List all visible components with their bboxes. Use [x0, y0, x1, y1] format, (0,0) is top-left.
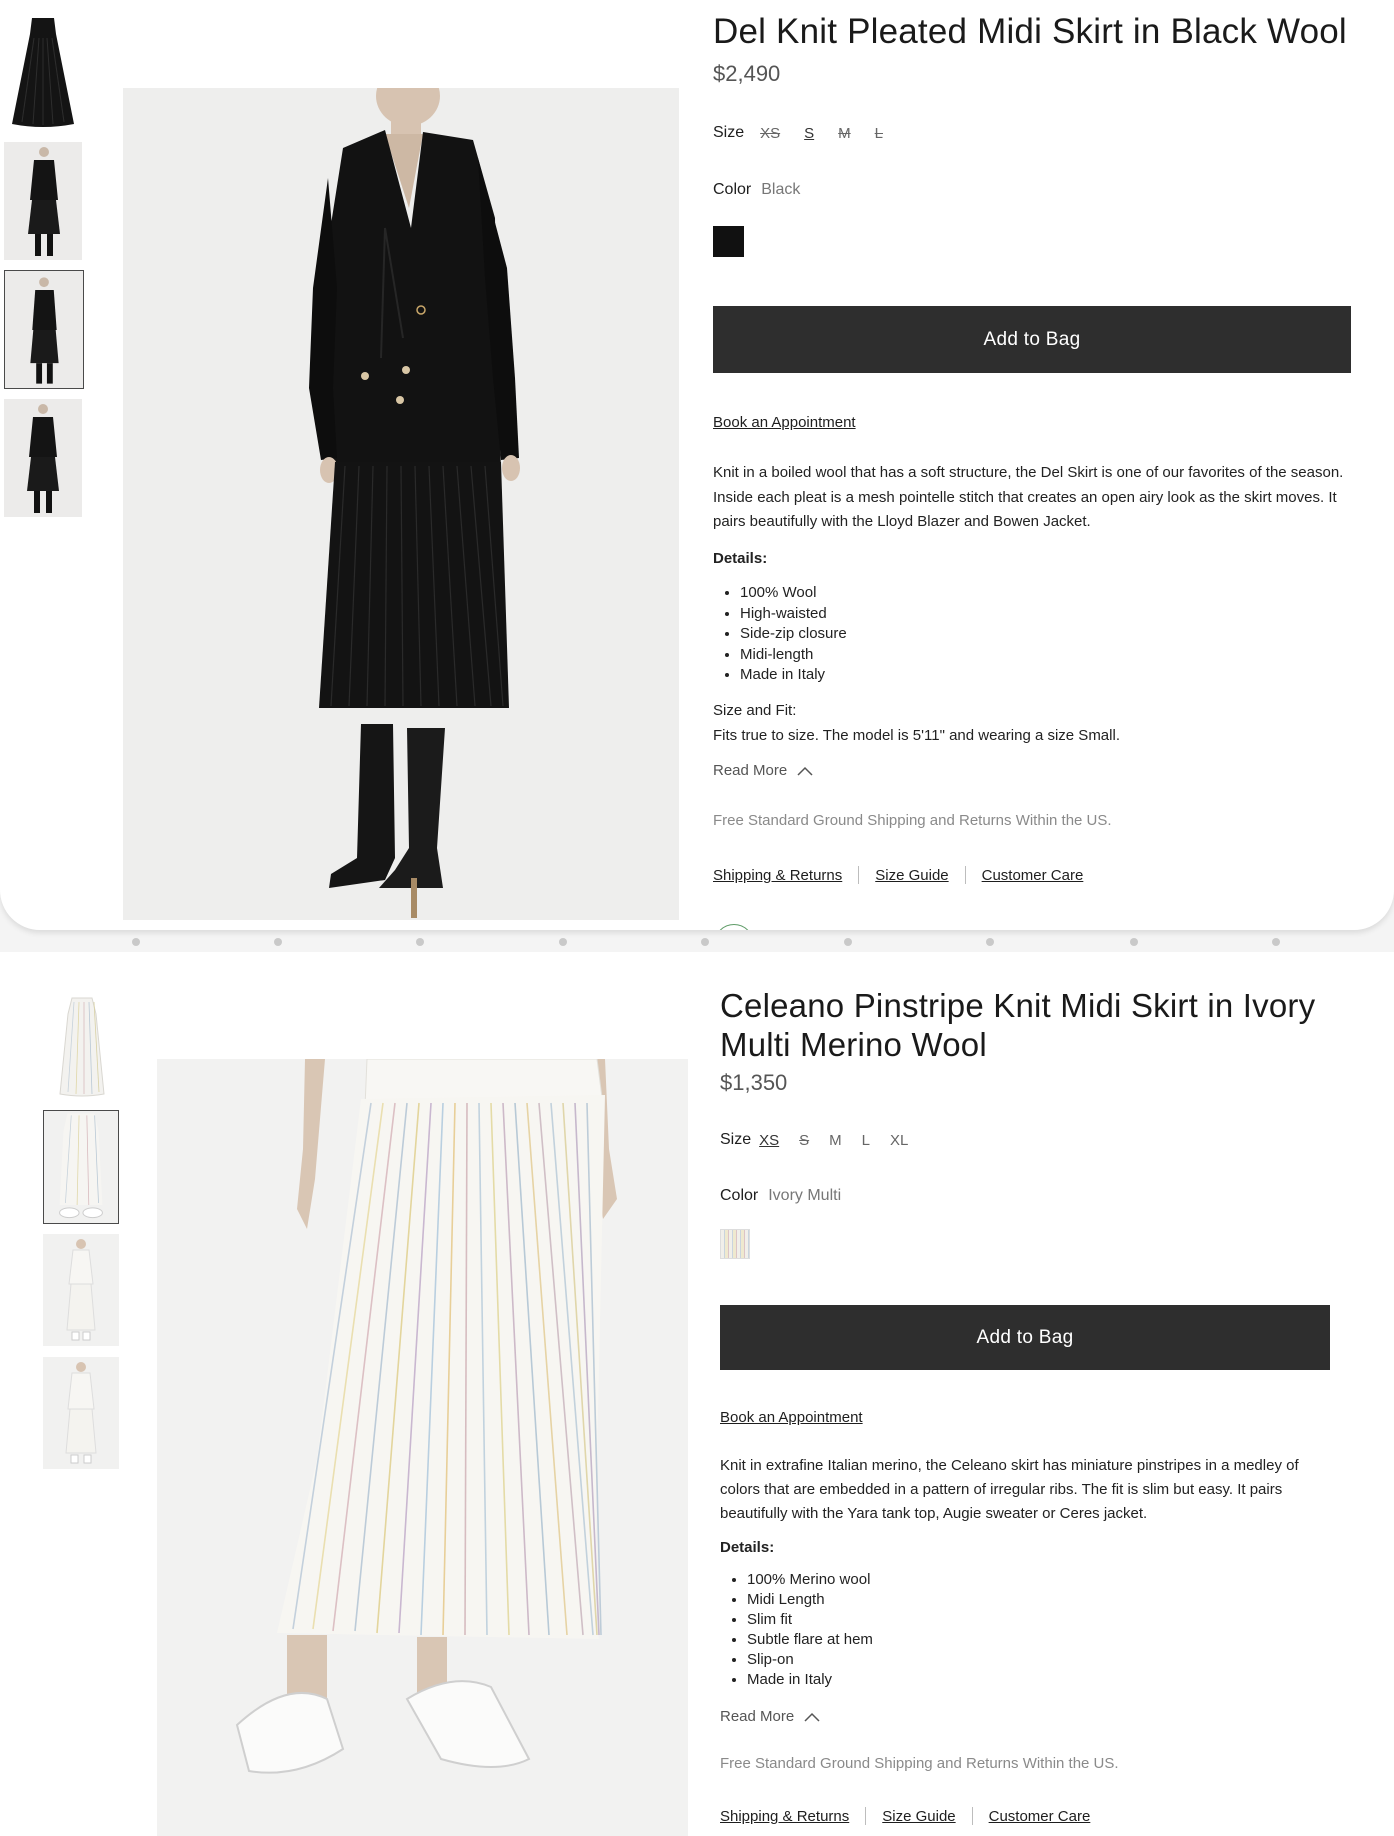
divider: [865, 1807, 867, 1825]
size-option-xl[interactable]: XL: [890, 1132, 908, 1149]
shipping-note: Free Standard Ground Shipping and Return…: [720, 1755, 1119, 1772]
thumbnail-1[interactable]: [4, 14, 82, 130]
thumbnail-4[interactable]: [43, 1357, 119, 1469]
chevron-up-icon: [804, 1712, 820, 1722]
size-guide-link[interactable]: Size Guide: [882, 1808, 955, 1825]
read-more-toggle[interactable]: Read More: [720, 1708, 820, 1725]
thumbnail-2-selected[interactable]: [43, 1110, 119, 1224]
shipping-returns-link[interactable]: Shipping & Returns: [720, 1808, 849, 1825]
add-to-bag-button[interactable]: Add to Bag: [720, 1305, 1330, 1370]
color-label: Color: [720, 1187, 759, 1204]
list-item: 100% Merino wool: [747, 1570, 873, 1590]
divider: [964, 866, 966, 884]
size-option-l[interactable]: L: [862, 1132, 870, 1149]
divider: [858, 866, 860, 884]
size-label: Size: [713, 124, 745, 141]
product-title: Del Knit Pleated Midi Skirt in Black Woo…: [713, 12, 1347, 51]
list-item: Made in Italy: [740, 665, 847, 686]
customer-care-link[interactable]: Customer Care: [989, 1808, 1091, 1825]
thumbnail-3-selected[interactable]: [4, 270, 84, 389]
read-more-toggle[interactable]: Read More: [713, 762, 813, 779]
divider-dot: [986, 938, 994, 946]
size-option-l[interactable]: L: [875, 125, 883, 142]
product-price: $1,350: [720, 1070, 788, 1095]
product-description: Knit in extrafine Italian merino, the Ce…: [720, 1457, 1299, 1522]
section-divider-dots: [0, 935, 1394, 947]
list-item: Midi-length: [740, 645, 847, 666]
list-item: High-waisted: [740, 604, 847, 625]
color-value: Ivory Multi: [768, 1187, 842, 1204]
customer-care-link[interactable]: Customer Care: [982, 867, 1084, 884]
size-fit-heading: Size and Fit:: [713, 702, 797, 719]
product-card-celeano-skirt: Celeano Pinstripe Knit Midi Skirt in Ivo…: [0, 952, 1394, 1836]
size-option-s[interactable]: S: [799, 1132, 809, 1149]
list-item: Subtle flare at hem: [747, 1630, 873, 1650]
divider-dot: [132, 938, 140, 946]
color-row: Color Black: [713, 181, 800, 199]
divider-dot: [416, 938, 424, 946]
divider-dot: [701, 938, 709, 946]
divider-dot: [1130, 938, 1138, 946]
footer-links: Shipping & Returns Size Guide Customer C…: [720, 1807, 1090, 1825]
badge-icon: [714, 924, 754, 930]
color-row: Color Ivory Multi: [720, 1187, 841, 1205]
footer-links: Shipping & Returns Size Guide Customer C…: [713, 866, 1083, 884]
size-option-m[interactable]: M: [829, 1132, 842, 1149]
list-item: Made in Italy: [747, 1670, 873, 1690]
divider: [971, 1807, 973, 1825]
product-card-del-skirt: Del Knit Pleated Midi Skirt in Black Woo…: [0, 0, 1394, 930]
size-option-m[interactable]: M: [838, 125, 851, 142]
product-image-main: [123, 88, 679, 920]
size-selector: Size XS S M L: [713, 124, 883, 142]
product-image-main: [157, 1059, 688, 1836]
list-item: Slip-on: [747, 1650, 873, 1670]
book-appointment-link[interactable]: Book an Appointment: [720, 1409, 863, 1426]
details-heading: Details:: [720, 1539, 775, 1556]
list-item: Side-zip closure: [740, 624, 847, 645]
color-label: Color: [713, 181, 752, 198]
list-item: Midi Length: [747, 1590, 873, 1610]
size-label: Size: [720, 1131, 752, 1148]
book-appointment-link[interactable]: Book an Appointment: [713, 414, 856, 431]
size-fit-text: Fits true to size. The model is 5'11" an…: [713, 727, 1120, 744]
size-option-xs[interactable]: XS: [759, 1132, 779, 1149]
product-title: Celeano Pinstripe Knit Midi Skirt in Ivo…: [720, 987, 1316, 1063]
list-item: 100% Wool: [740, 583, 847, 604]
color-swatch-ivory-multi[interactable]: [720, 1229, 750, 1259]
size-option-xs[interactable]: XS: [760, 125, 780, 142]
read-more-label: Read More: [713, 762, 788, 779]
size-guide-link[interactable]: Size Guide: [875, 867, 948, 884]
thumbnail-3[interactable]: [43, 1234, 119, 1346]
color-swatch-black[interactable]: [713, 226, 744, 257]
size-option-s[interactable]: S: [804, 125, 814, 142]
details-heading: Details:: [713, 550, 768, 567]
read-more-label: Read More: [720, 1708, 795, 1725]
thumbnail-4[interactable]: [4, 399, 82, 517]
divider-dot: [844, 938, 852, 946]
size-selector: Size XS S M L XL: [720, 1131, 908, 1149]
details-list: 100% Merino wool Midi Length Slim fit Su…: [720, 1570, 873, 1690]
shipping-note: Free Standard Ground Shipping and Return…: [713, 812, 1112, 829]
details-list: 100% Wool High-waisted Side-zip closure …: [713, 583, 847, 686]
divider-dot: [274, 938, 282, 946]
thumbnail-2[interactable]: [4, 142, 82, 260]
product-description: Knit in a boiled wool that has a soft st…: [713, 464, 1344, 530]
divider-dot: [559, 938, 567, 946]
thumbnail-1[interactable]: [44, 994, 120, 1100]
divider-dot: [1272, 938, 1280, 946]
chevron-up-icon: [797, 766, 813, 776]
add-to-bag-button[interactable]: Add to Bag: [713, 306, 1351, 373]
shipping-returns-link[interactable]: Shipping & Returns: [713, 867, 842, 884]
color-value: Black: [761, 181, 801, 198]
list-item: Slim fit: [747, 1610, 873, 1630]
product-price: $2,490: [713, 61, 781, 86]
